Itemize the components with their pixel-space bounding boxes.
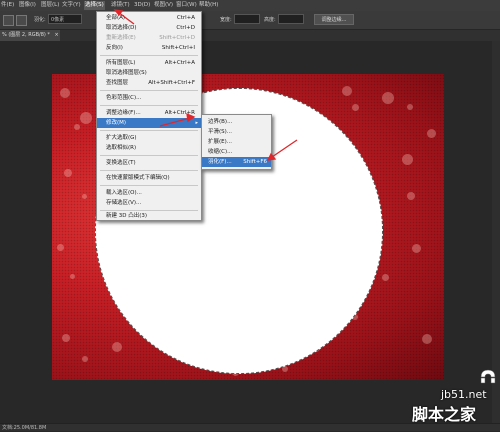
- annotation-arrowhead: [186, 112, 196, 123]
- annotation-arrows: [113, 9, 298, 161]
- watermark-logo-icon: [480, 369, 496, 384]
- watermark-url: jb51.net: [441, 388, 487, 401]
- annotation-arrow: [271, 139, 298, 158]
- annotation-arrow: [159, 117, 191, 127]
- watermark-text: 脚本之家: [412, 405, 477, 424]
